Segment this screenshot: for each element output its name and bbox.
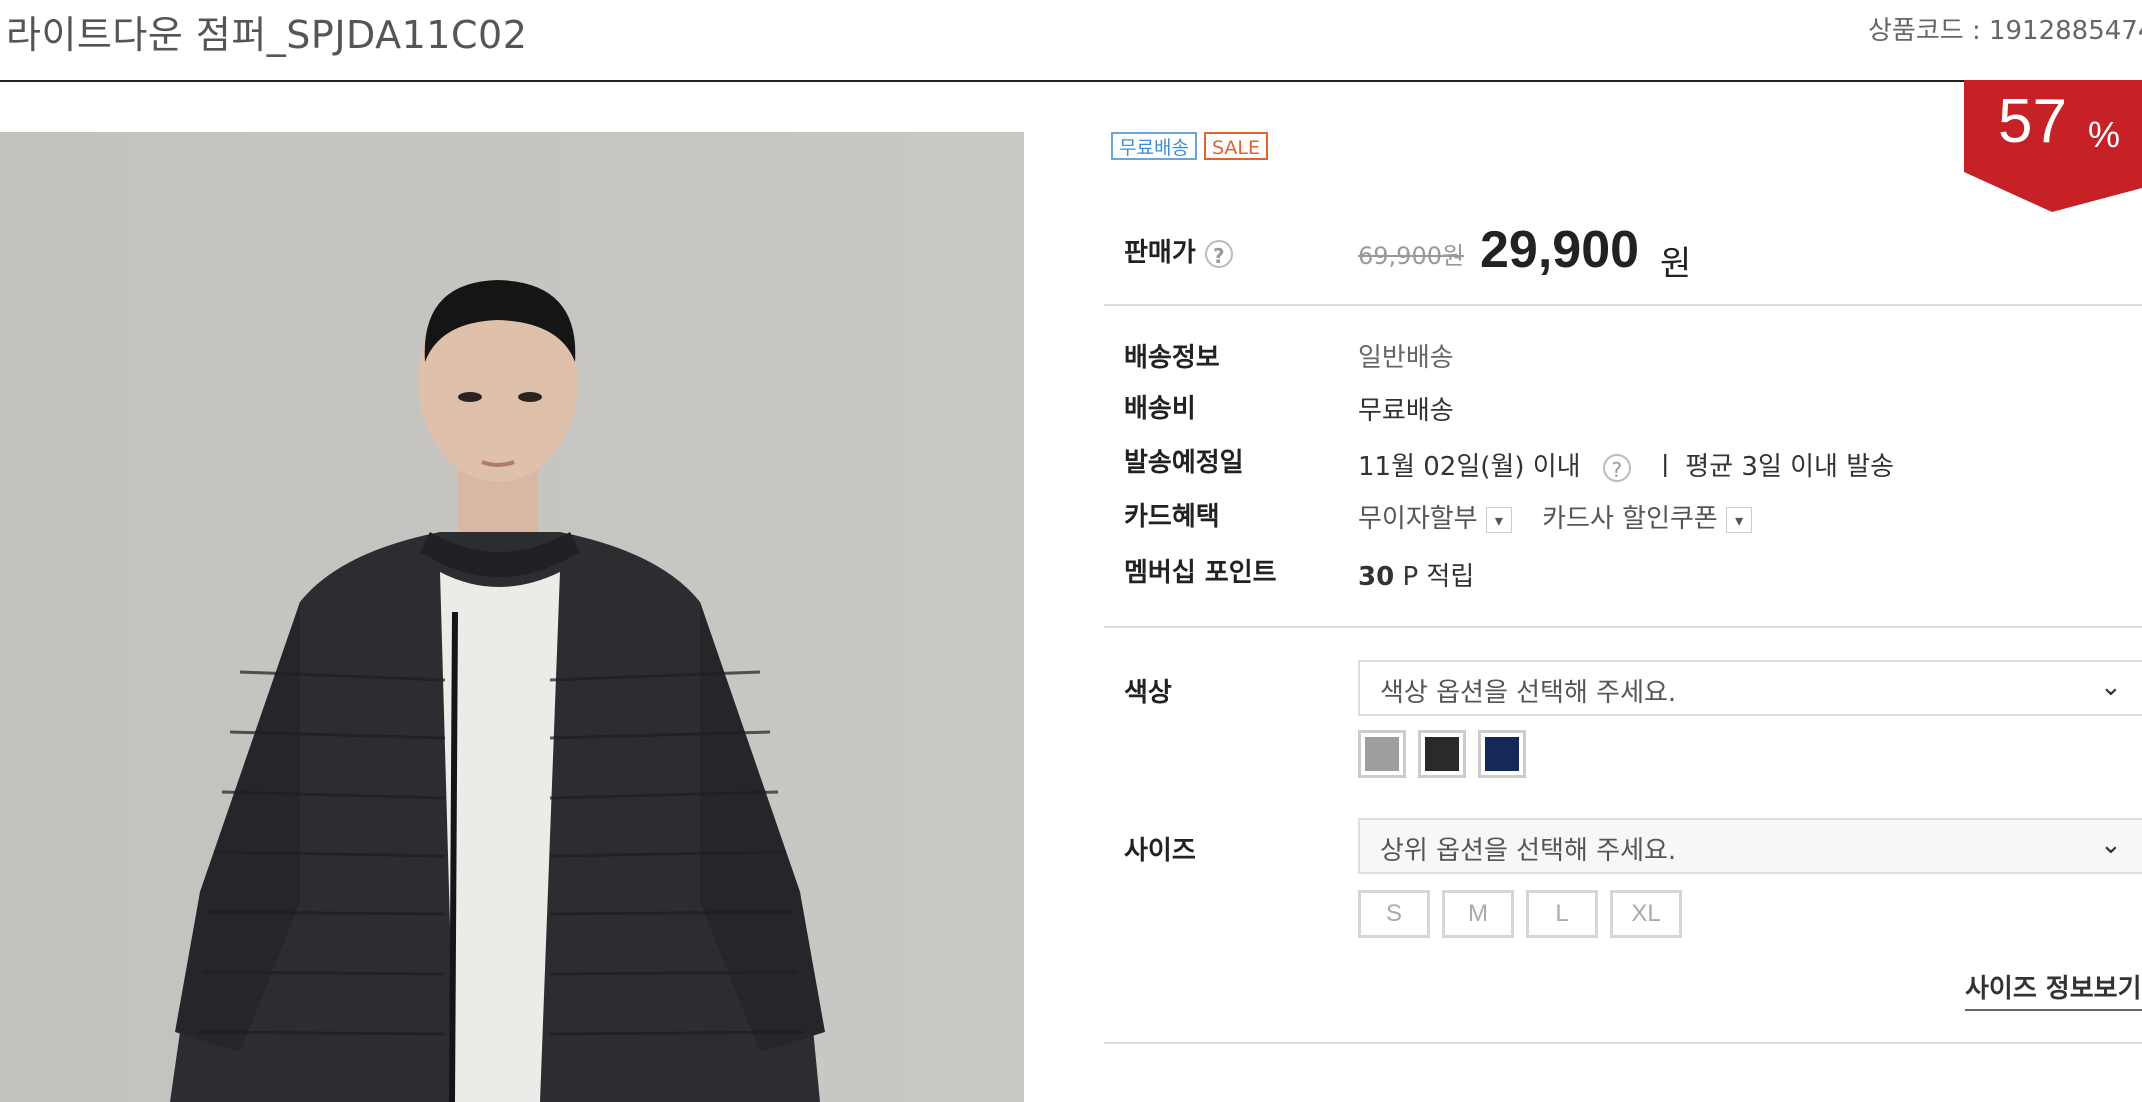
- card-option-installment[interactable]: 무이자할부: [1358, 504, 1478, 534]
- free-shipping-tag: 무료배송: [1111, 132, 1197, 160]
- divider: [1104, 626, 2142, 628]
- divider: [1104, 1042, 2142, 1044]
- size-button-xl[interactable]: XL: [1610, 890, 1682, 938]
- ship-date-help-icon[interactable]: ?: [1602, 453, 1631, 482]
- sale-tag: SALE: [1204, 132, 1269, 160]
- card-benefit-options: 무이자할부 ▾ 카드사 할인쿠폰 ▾: [1358, 498, 1753, 535]
- divider: [1104, 304, 2142, 306]
- shipping-fee-value: 무료배송: [1358, 396, 1454, 426]
- shipping-fee-label: 배송비: [1124, 394, 1196, 424]
- size-guide-link[interactable]: 사이즈 정보보기 ›: [1965, 968, 2142, 1011]
- discount-value: 57: [1998, 87, 2067, 156]
- ship-date-text: 11월 02일(월) 이내: [1358, 452, 1581, 482]
- size-button-s[interactable]: S: [1358, 890, 1430, 938]
- color-swatch-gray[interactable]: [1358, 730, 1406, 778]
- product-title: 라이트다운 점퍼_SPJDA11C02: [6, 13, 528, 57]
- size-button-l[interactable]: L: [1526, 890, 1598, 938]
- card-option-coupon[interactable]: 카드사 할인쿠폰: [1542, 504, 1718, 534]
- discount-unit: %: [2088, 114, 2121, 155]
- size-select[interactable]: 상위 옵션을 선택해 주세요. ⌄: [1358, 818, 2142, 874]
- size-label: 사이즈: [1124, 836, 1196, 866]
- ship-date-value: 11월 02일(월) 이내 ? ㅣ 평균 3일 이내 발송: [1358, 446, 1894, 483]
- chevron-down-icon: ⌄: [2100, 672, 2122, 702]
- points-amount: 30: [1358, 562, 1395, 592]
- size-select-placeholder: 상위 옵션을 선택해 주세요.: [1380, 836, 1677, 866]
- ship-date-extra: ㅣ 평균 3일 이내 발송: [1653, 452, 1895, 482]
- price-label: 판매가 ?: [1124, 232, 1233, 269]
- points-label: 멤버십 포인트: [1124, 558, 1277, 588]
- price-help-icon[interactable]: ?: [1204, 239, 1233, 268]
- color-swatch-navy[interactable]: [1478, 730, 1526, 778]
- price-unit: 원: [1660, 244, 1692, 284]
- chevron-down-icon[interactable]: ▾: [1485, 506, 1512, 533]
- chevron-down-icon: ⌄: [2100, 830, 2122, 860]
- original-price: 69,900원: [1358, 242, 1465, 270]
- points-value: 30 P 적립: [1358, 556, 1474, 593]
- product-code: 상품코드 : 1912885474: [1868, 16, 2142, 46]
- points-suffix: P 적립: [1402, 562, 1475, 592]
- color-select[interactable]: 색상 옵션을 선택해 주세요. ⌄: [1358, 660, 2142, 716]
- ship-date-label: 발송예정일: [1124, 448, 1244, 478]
- price-label-text: 판매가: [1124, 238, 1196, 268]
- card-benefit-label: 카드혜택: [1124, 502, 1220, 532]
- shipping-info-label: 배송정보: [1124, 343, 1220, 373]
- color-swatch-black[interactable]: [1418, 730, 1466, 778]
- shipping-info-value: 일반배송: [1358, 343, 1454, 373]
- color-label: 색상: [1124, 678, 1172, 708]
- chevron-down-icon[interactable]: ▾: [1726, 506, 1753, 533]
- product-image: [0, 132, 1024, 1102]
- color-select-placeholder: 색상 옵션을 선택해 주세요.: [1380, 678, 1677, 708]
- sale-price: 29,900: [1480, 221, 1640, 279]
- size-button-m[interactable]: M: [1442, 890, 1514, 938]
